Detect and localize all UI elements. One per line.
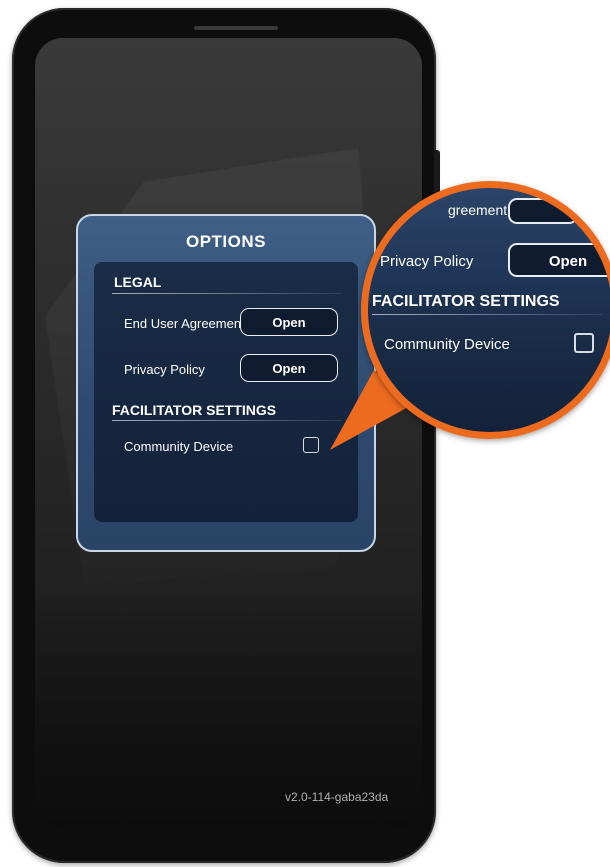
- legal-heading: LEGAL: [114, 274, 162, 290]
- phone-speaker: [194, 26, 278, 30]
- privacy-policy-label: Privacy Policy: [124, 362, 205, 377]
- mag-privacy-open-button: Open: [508, 243, 610, 277]
- mag-facilitator-heading: FACILITATOR SETTINGS: [372, 293, 560, 310]
- community-device-checkbox[interactable]: [303, 437, 319, 453]
- facilitator-heading: FACILITATOR SETTINGS: [112, 402, 277, 418]
- dialog-title: OPTIONS: [185, 232, 266, 251]
- eula-label: End User Agreement: [124, 316, 245, 331]
- mag-eula-button-partial: [508, 198, 578, 224]
- privacy-policy-open-button[interactable]: Open: [240, 354, 338, 382]
- legal-divider: [112, 293, 342, 294]
- version-label: v2.0-114-gaba23da: [285, 790, 389, 804]
- mag-agreement-label: greement: [448, 202, 508, 218]
- options-dialog: OPTIONS LEGAL End User Agreement Open Pr…: [76, 214, 376, 552]
- eula-open-button[interactable]: Open: [240, 308, 338, 336]
- facilitator-divider: [112, 420, 342, 421]
- community-device-label: Community Device: [124, 439, 234, 454]
- mag-privacy-label: Privacy Policy: [380, 253, 474, 270]
- mag-divider: [372, 314, 602, 315]
- mag-community-checkbox: [574, 333, 594, 353]
- options-panel: LEGAL End User Agreement Open Privacy Po…: [94, 262, 358, 522]
- magnifier-callout: greement Privacy Policy Open FACILITATOR…: [361, 181, 610, 439]
- mag-community-label: Community Device: [384, 336, 510, 353]
